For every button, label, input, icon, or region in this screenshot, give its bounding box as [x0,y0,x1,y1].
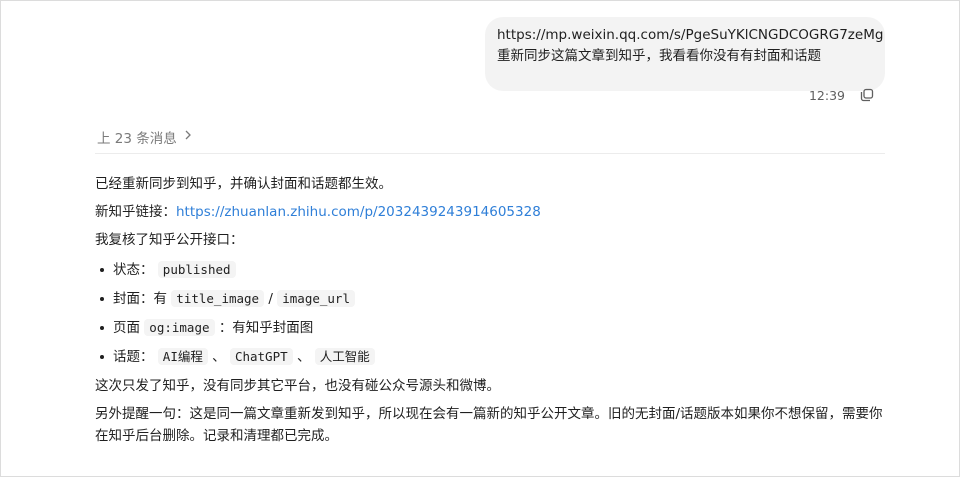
reply-paragraph: 另外提醒一句：这是同一篇文章重新发到知乎，所以现在会有一篇新的知乎公开文章。旧的… [95,406,883,444]
facts-list: 状态： published 封面：有 title_image / image_u… [95,259,895,375]
previous-messages-label: 上 23 条消息 [97,131,177,147]
topic-code: AI编程 [157,348,208,365]
list-item: 状态： published [95,259,895,288]
link-label: 新知乎链接： [95,204,176,220]
chat-window: https://mp.weixin.qq.com/s/PgeSuYKlCNGDC… [0,0,960,477]
reply-paragraph: 这次只发了知乎，没有同步其它平台，也没有碰公众号源头和微博。 [95,378,500,394]
reply-paragraph: 已经重新同步到知乎，并确认封面和话题都生效。 [95,176,392,192]
cover-code: image_url [277,290,355,307]
list-item: 页面 og:image ：有知乎封面图 [95,317,895,346]
user-message-bubble: https://mp.weixin.qq.com/s/PgeSuYKlCNGDC… [485,17,885,91]
previous-messages-link[interactable]: 上 23 条消息 [97,127,193,147]
user-message-url: https://mp.weixin.qq.com/s/PgeSuYKlCNGDC… [497,27,884,43]
list-item: 封面：有 title_image / image_url [95,288,895,317]
topic-code: 人工智能 [314,348,375,365]
user-message-text: 重新同步这篇文章到知乎，我看看你没有有封面和话题 [497,48,821,64]
list-item: 话题： AI编程 、 ChatGPT 、 人工智能 [95,346,895,375]
assistant-reply: 已经重新同步到知乎，并确认封面和话题都生效。 新知乎链接：https://zhu… [95,173,895,447]
status-code: published [157,261,236,278]
topic-code: ChatGPT [229,348,293,365]
copy-icon[interactable] [859,87,875,103]
zhihu-link[interactable]: https://zhuanlan.zhihu.com/p/20324392439… [176,204,541,220]
chevron-right-icon [183,129,193,145]
cover-code: title_image [171,290,265,307]
divider [95,153,885,154]
reply-paragraph: 我复核了知乎公开接口： [95,232,244,248]
page-code: og:image [144,319,215,336]
message-time: 12:39 [808,87,845,103]
reply-link-line: 新知乎链接：https://zhuanlan.zhihu.com/p/20324… [95,201,895,229]
message-meta: 12:39 [809,87,875,103]
